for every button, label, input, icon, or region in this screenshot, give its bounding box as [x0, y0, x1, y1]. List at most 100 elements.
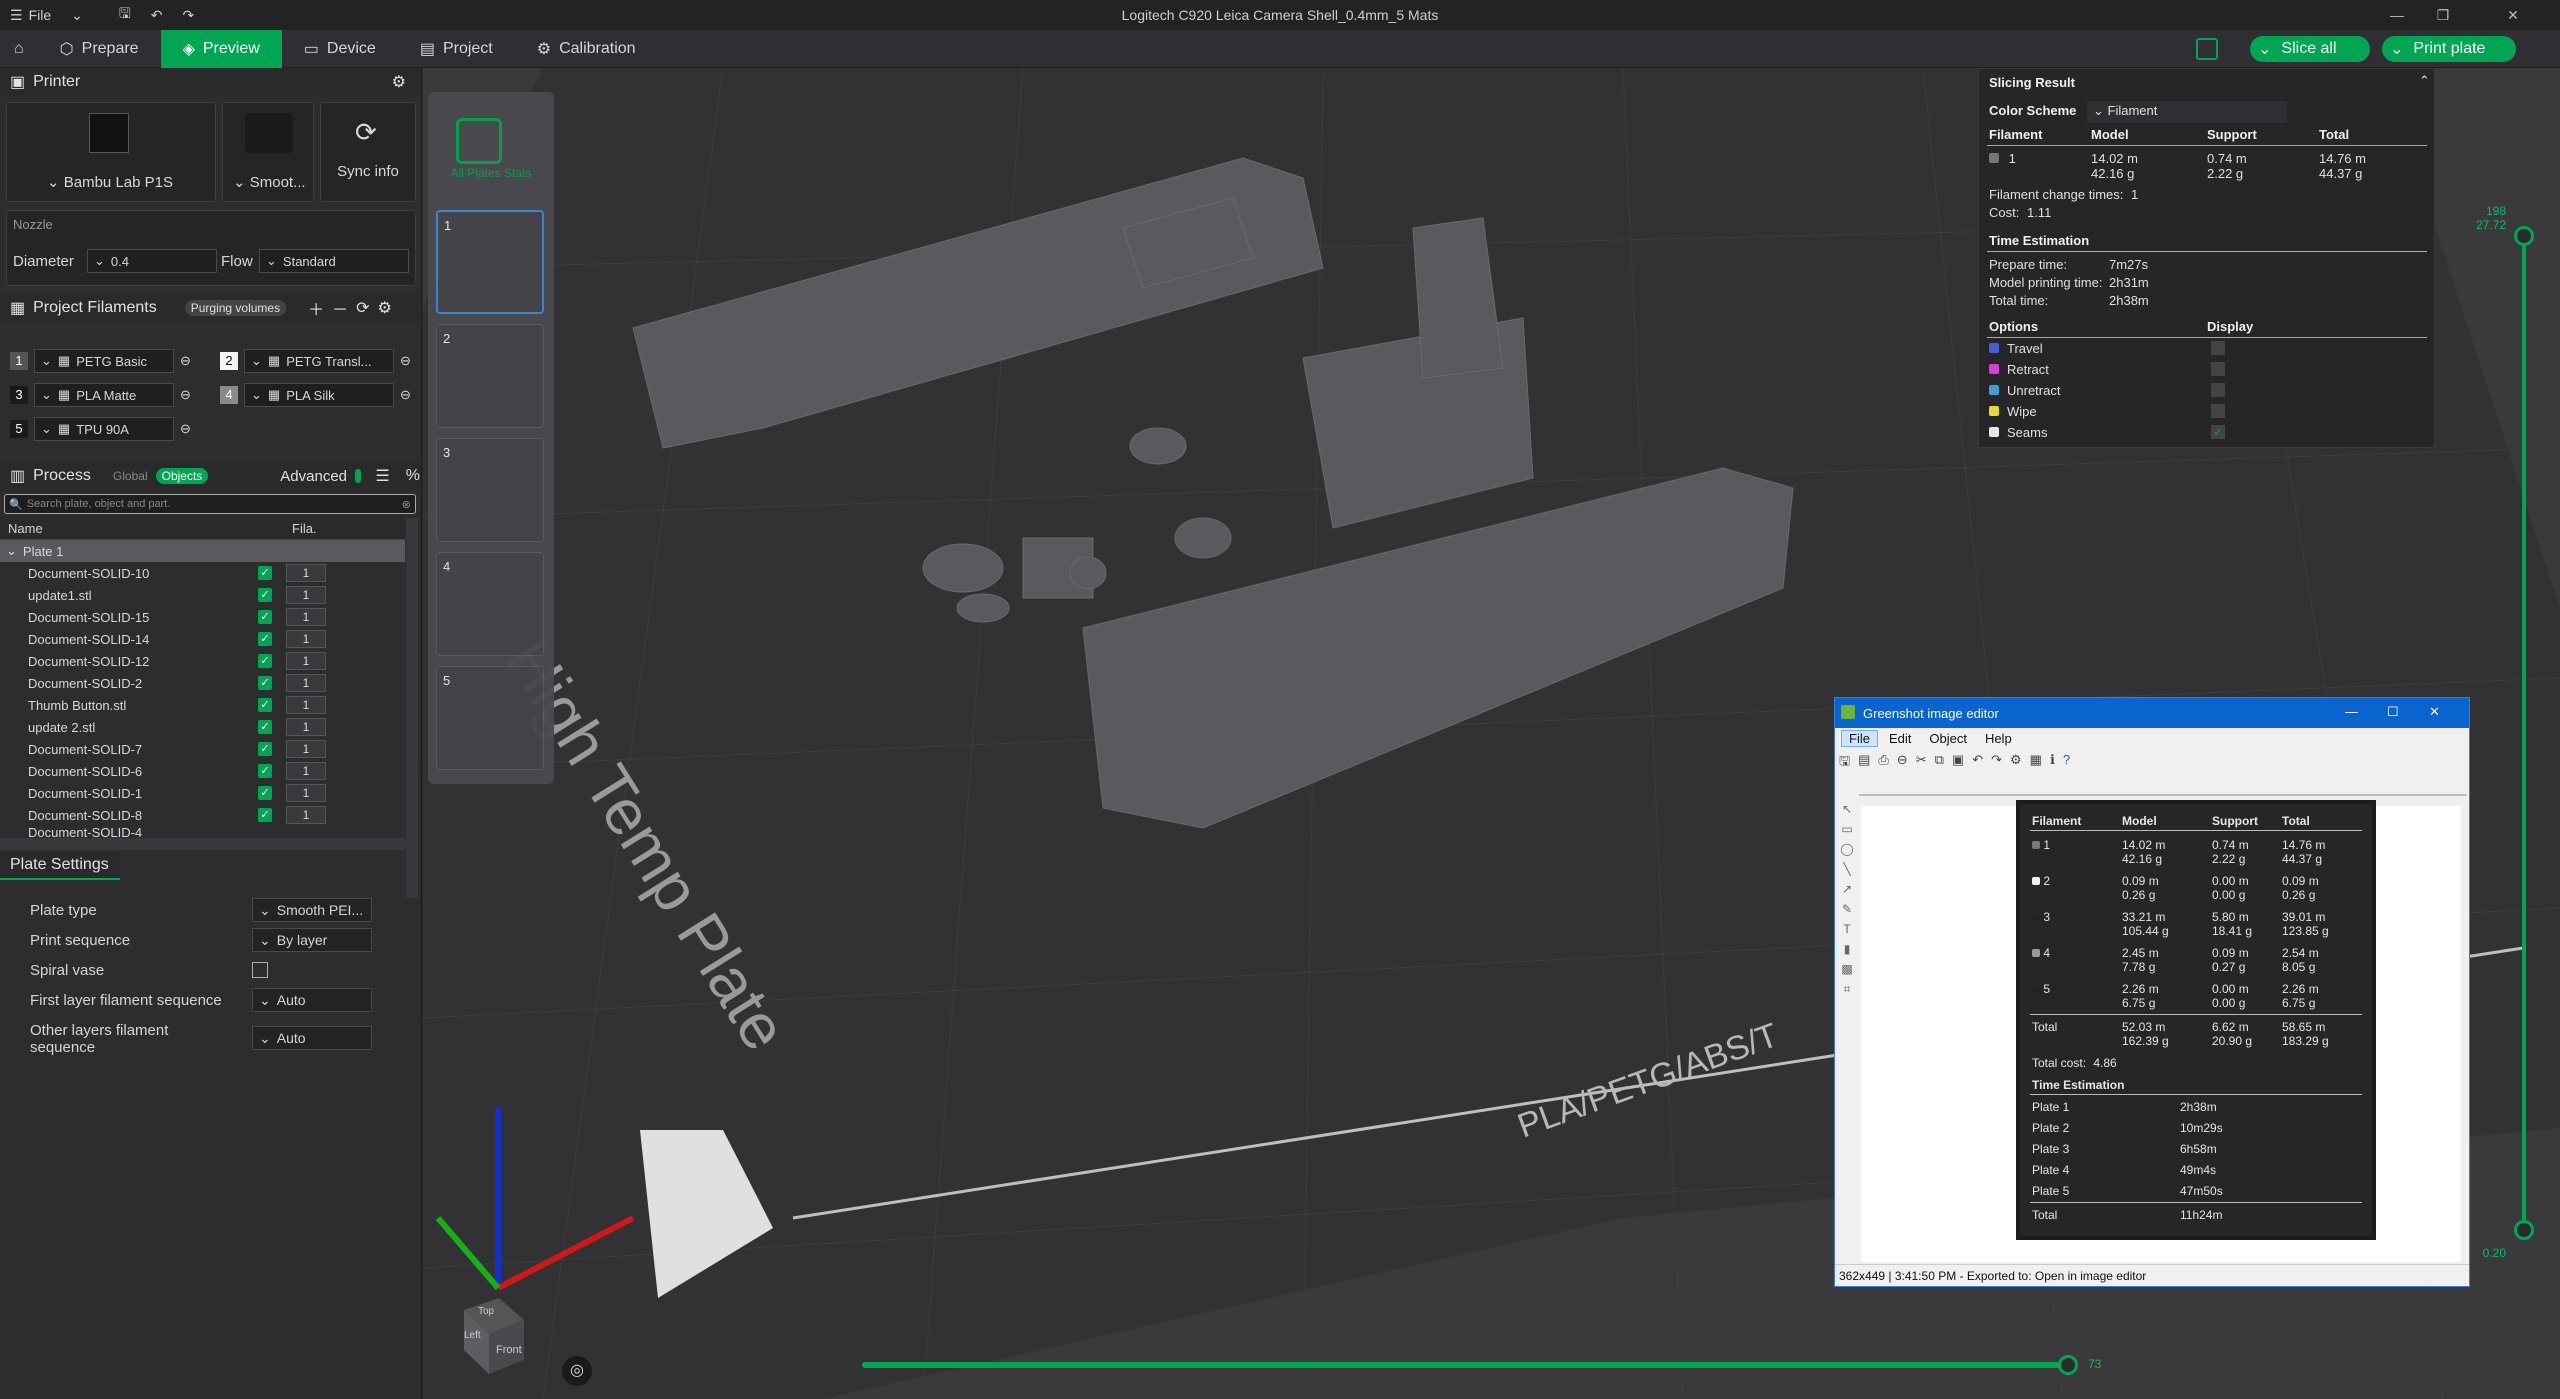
greenshot-titlebar[interactable]: Greenshot image editor — ☐ ✕ [1835, 698, 2469, 728]
object-list-scrollbar[interactable] [406, 518, 418, 898]
all-plates-stats-label[interactable]: All Plates Stats [436, 166, 546, 180]
file-menu[interactable]: ☰ File ⌄ [0, 0, 93, 30]
purging-volumes-button[interactable]: Purging volumes [184, 300, 287, 316]
gear-icon[interactable]: ⚙ [378, 298, 392, 318]
pencil-icon[interactable]: ✎ [1842, 902, 1852, 916]
object-row[interactable]: Document-SOLID-12 ✓ 1 [0, 650, 405, 672]
highlight-icon[interactable]: ▮ [1844, 942, 1851, 956]
slice-all-button[interactable]: ⌄ Slice all [2250, 36, 2370, 62]
crop-icon[interactable]: ⌗ [1844, 982, 1851, 997]
maximize-icon[interactable]: ☐ [2387, 704, 2399, 720]
plate-type-card[interactable]: ⌄ Smoot... [222, 102, 314, 202]
wipe-checkbox[interactable] [2211, 404, 2225, 418]
object-fila[interactable]: 1 [286, 564, 326, 582]
home-icon[interactable]: ⌂ [0, 30, 38, 68]
object-fila[interactable]: 1 [286, 586, 326, 604]
advanced-toggle[interactable] [355, 469, 362, 483]
printable-checkbox[interactable]: ✓ [258, 742, 272, 756]
tab-preview[interactable]: ◈ Preview [160, 29, 282, 68]
printable-checkbox[interactable]: ✓ [258, 698, 272, 712]
object-fila[interactable]: 1 [286, 806, 326, 824]
object-fila[interactable]: 1 [286, 652, 326, 670]
save-icon[interactable]: 🖫 [109, 0, 141, 30]
gear-icon[interactable]: ⚙ [392, 72, 406, 92]
spiral-vase-checkbox[interactable] [252, 962, 268, 978]
undo-icon[interactable]: ↶ [1972, 752, 1983, 772]
menu-object[interactable]: Object [1922, 731, 1974, 746]
move-slider-handle[interactable] [2058, 1355, 2078, 1375]
close-icon[interactable]: ✕ [2429, 704, 2440, 720]
diameter-select[interactable]: ⌄ 0.4 [87, 249, 217, 273]
unretract-checkbox[interactable] [2211, 383, 2225, 397]
close-icon[interactable]: ✕ [2466, 0, 2560, 30]
printable-checkbox[interactable]: ✓ [258, 632, 272, 646]
arrow-icon[interactable]: ↗ [1842, 882, 1852, 896]
objects-toggle[interactable]: Objects [155, 468, 209, 484]
print-icon[interactable]: ⎙ [1878, 752, 1888, 772]
minimize-icon[interactable]: — [2374, 0, 2420, 30]
layout-icon[interactable] [2196, 38, 2218, 60]
tab-calibration[interactable]: ⚙ Calibration [515, 30, 658, 68]
first-layer-sequence-select[interactable]: ⌄ Auto [252, 988, 372, 1012]
stats-chart-icon[interactable] [456, 118, 502, 164]
minus-circle-icon[interactable]: ⊖ [180, 421, 191, 437]
object-row[interactable]: update 2.stl ✓ 1 [0, 716, 405, 738]
printable-checkbox[interactable]: ✓ [258, 764, 272, 778]
object-fila[interactable]: 1 [286, 696, 326, 714]
object-fila[interactable]: 1 [286, 762, 326, 780]
rectangle-icon[interactable]: ▭ [1841, 822, 1852, 836]
add-icon[interactable]: ＋ [308, 296, 324, 320]
print-sequence-select[interactable]: ⌄ By layer [252, 928, 372, 952]
object-row[interactable]: Document-SOLID-1 ✓ 1 [0, 782, 405, 804]
plate-thumb-5[interactable]: 5 [436, 666, 544, 770]
collapse-icon[interactable]: ⌃ [2419, 73, 2430, 89]
tab-device[interactable]: ▭ Device [282, 30, 398, 68]
filament-row-2[interactable]: 2 ⌄ ▦ PETG Transl... ⊖ [220, 348, 411, 374]
printable-checkbox[interactable]: ✓ [258, 654, 272, 668]
travel-checkbox[interactable] [2211, 341, 2225, 355]
minus-circle-icon[interactable]: ⊖ [400, 353, 411, 369]
copy-icon[interactable]: ⧉ [1935, 752, 1944, 772]
object-fila[interactable]: 1 [286, 674, 326, 692]
printable-checkbox[interactable]: ✓ [258, 610, 272, 624]
color-scheme-select[interactable]: ⌄ Filament [2087, 101, 2287, 123]
object-row[interactable]: Thumb Button.stl ✓ 1 [0, 694, 405, 716]
restore-icon[interactable]: ❐ [2420, 0, 2466, 30]
image-icon[interactable]: ▦ [2030, 752, 2042, 772]
plate-thumb-2[interactable]: 2 [436, 324, 544, 428]
settings-icon[interactable]: ⚙ [2010, 752, 2022, 772]
view-cube[interactable]: Top Front Left [444, 1290, 534, 1380]
object-row[interactable]: Document-SOLID-4 [0, 826, 405, 838]
object-row[interactable]: Document-SOLID-10 ✓ 1 [0, 562, 405, 584]
greenshot-canvas[interactable]: Filament Model Support Total 1 14.02 m 42… [1861, 800, 2461, 1262]
object-row[interactable]: Document-SOLID-14 ✓ 1 [0, 628, 405, 650]
clear-icon[interactable]: ⊗ [402, 498, 411, 511]
object-row[interactable]: update1.stl ✓ 1 [0, 584, 405, 606]
printable-checkbox[interactable]: ✓ [258, 676, 272, 690]
cut-icon[interactable]: ✂ [1916, 752, 1927, 772]
move-slider-track[interactable] [862, 1362, 2072, 1368]
printable-checkbox[interactable]: ✓ [258, 720, 272, 734]
redo-icon[interactable]: ↷ [173, 0, 205, 30]
collapse-icon[interactable]: ⌄ [6, 543, 17, 559]
list-icon[interactable]: ☰ [375, 466, 389, 486]
obfuscate-icon[interactable]: ▩ [1841, 962, 1852, 976]
object-fila[interactable]: 1 [286, 718, 326, 736]
undo-icon[interactable]: ↶ [141, 0, 173, 30]
plate-row[interactable]: ⌄ Plate 1 [0, 540, 405, 562]
other-layers-sequence-select[interactable]: ⌄ Auto [252, 1026, 372, 1050]
menu-file[interactable]: File [1841, 729, 1878, 747]
help-icon[interactable]: ? [2063, 752, 2070, 772]
tab-prepare[interactable]: ⬡ Prepare [38, 30, 161, 68]
printable-checkbox[interactable]: ✓ [258, 808, 272, 822]
object-fila[interactable]: 1 [286, 740, 326, 758]
filament-row-1[interactable]: 1 ⌄ ▦ PETG Basic ⊖ [10, 348, 191, 374]
screenshot-icon[interactable]: ◎ [562, 1356, 592, 1386]
percent-icon[interactable]: % [406, 467, 420, 485]
object-list-hscrollbar[interactable] [0, 838, 406, 850]
filament-row-4[interactable]: 4 ⌄ ▦ PLA Silk ⊖ [220, 382, 411, 408]
printer-select-card[interactable]: ⌄ Bambu Lab P1S [6, 102, 216, 202]
clipboard-icon[interactable]: ▤ [1858, 752, 1870, 772]
object-row[interactable]: Document-SOLID-6 ✓ 1 [0, 760, 405, 782]
cursor-icon[interactable]: ↖ [1842, 802, 1852, 816]
